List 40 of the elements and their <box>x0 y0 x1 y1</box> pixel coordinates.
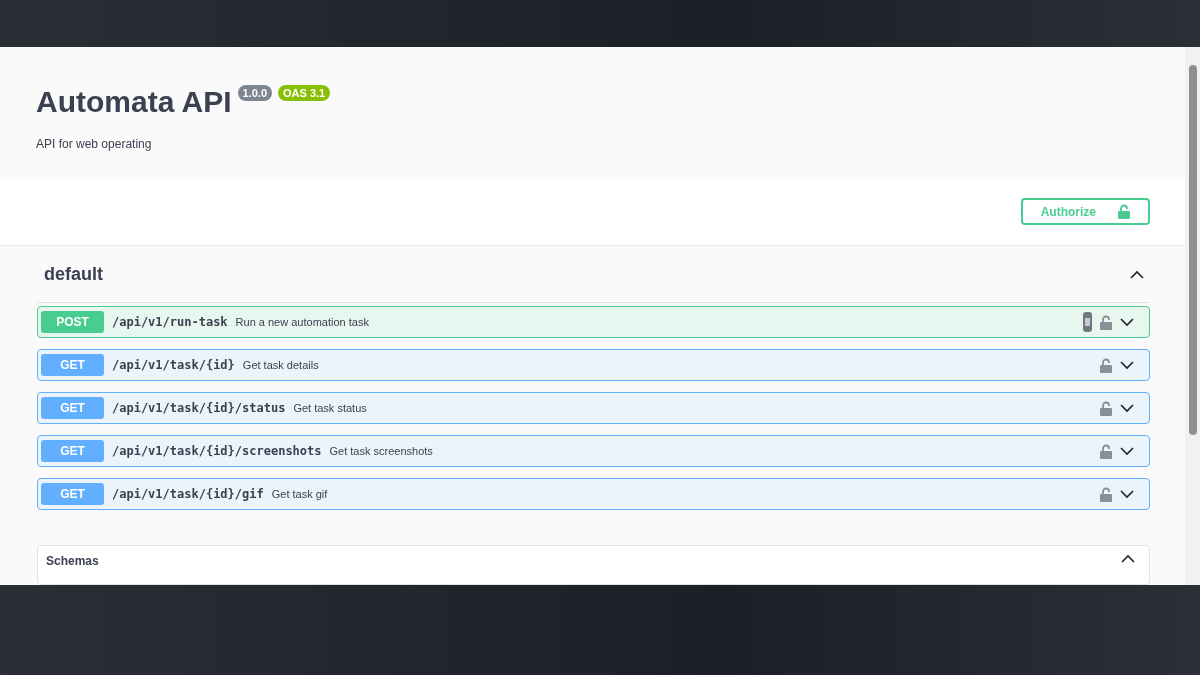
expand-icon[interactable] <box>1120 403 1134 413</box>
operation-row[interactable]: GET /api/v1/task/{id}/status Get task status <box>37 392 1150 424</box>
method-badge: GET <box>41 440 104 462</box>
expand-icon[interactable] <box>1120 446 1134 456</box>
section-title[interactable]: default <box>44 263 103 285</box>
lock-icon <box>1118 204 1130 220</box>
copy-icon[interactable] <box>1083 312 1092 332</box>
collapse-icon[interactable] <box>1130 269 1144 279</box>
oas-badge: OAS 3.1 <box>278 85 331 101</box>
endpoint-path: /api/v1/run-task <box>112 315 228 329</box>
api-title: Automata API <box>36 85 232 119</box>
endpoint-path: /api/v1/task/{id}/gif <box>112 487 264 501</box>
collapse-icon[interactable] <box>1121 554 1135 563</box>
scrollbar-thumb[interactable] <box>1188 65 1197 435</box>
endpoint-summary: Get task screenshots <box>329 445 434 457</box>
operation-row[interactable]: GET /api/v1/task/{id}/screenshots Get task screenshots <box>37 435 1150 467</box>
lock-icon <box>1100 443 1112 459</box>
api-description: API for web operating <box>36 137 153 151</box>
endpoint-summary: Get task details <box>242 359 320 371</box>
endpoint-summary: Get task gif <box>271 488 329 500</box>
endpoint-path: /api/v1/task/{id} <box>112 358 235 372</box>
expand-icon[interactable] <box>1120 317 1134 327</box>
expand-icon[interactable] <box>1120 489 1134 499</box>
endpoint-summary: Run a new automation task <box>235 316 370 328</box>
lock-icon <box>1100 400 1112 416</box>
lock-icon <box>1100 357 1112 373</box>
operation-row[interactable]: GET /api/v1/task/{id} Get task details <box>37 349 1150 381</box>
method-badge: GET <box>41 354 104 376</box>
schemas-title[interactable]: Schemas <box>46 554 99 568</box>
lock-icon <box>1100 314 1112 330</box>
endpoint-path: /api/v1/task/{id}/screenshots <box>112 444 322 458</box>
method-badge: GET <box>41 483 104 505</box>
lock-icon <box>1100 486 1112 502</box>
method-badge: GET <box>41 397 104 419</box>
method-badge: POST <box>41 311 104 333</box>
version-badge: 1.0.0 <box>237 85 273 101</box>
expand-icon[interactable] <box>1120 360 1134 370</box>
endpoint-summary: Get task status <box>293 402 368 414</box>
operation-row[interactable]: GET /api/v1/task/{id}/gif Get task gif <box>37 478 1150 510</box>
endpoint-path: /api/v1/task/{id}/status <box>112 401 286 415</box>
